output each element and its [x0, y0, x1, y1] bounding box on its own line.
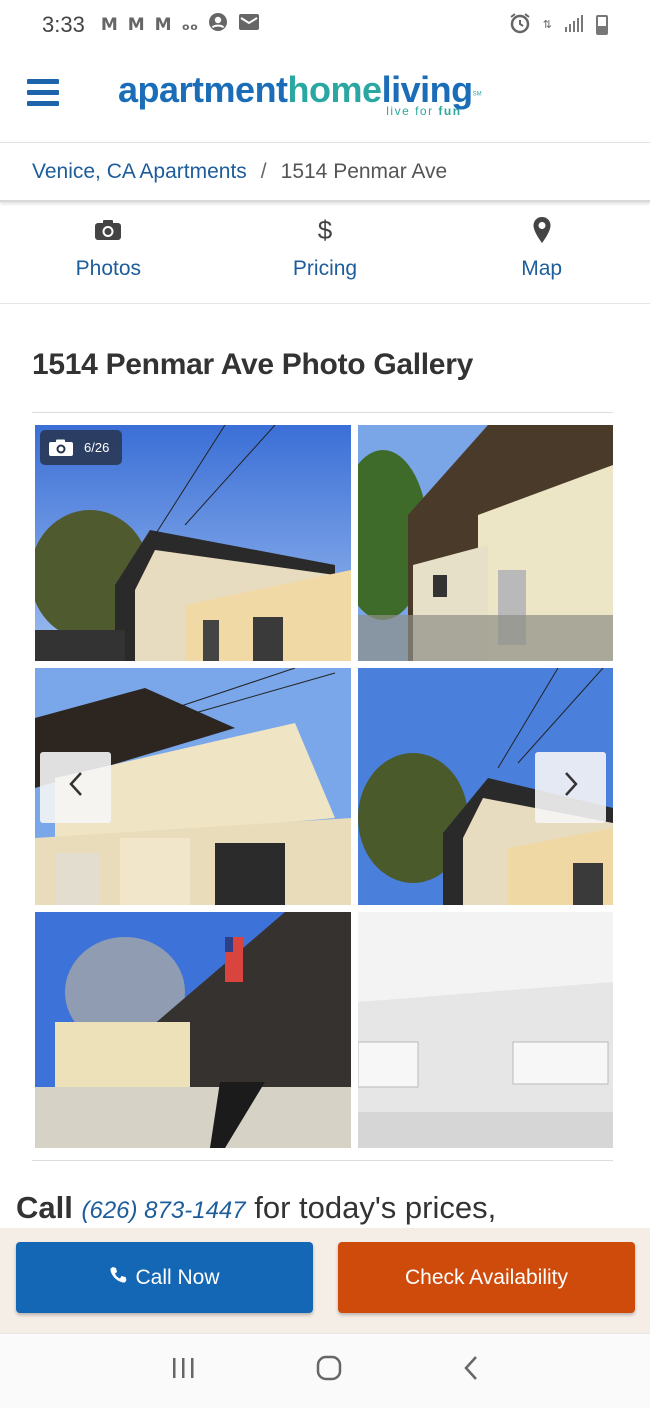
logo-text-apartment: apartment: [118, 69, 288, 110]
call-prompt: Call (626) 873-1447 for today's prices,: [16, 1190, 496, 1226]
camera-icon: [48, 439, 74, 457]
photo-counter-text: 6/26: [84, 440, 110, 455]
chevron-right-icon: [563, 771, 579, 805]
phone-link[interactable]: (626) 873-1447: [81, 1197, 245, 1224]
tab-pricing[interactable]: $ Pricing: [217, 205, 434, 303]
cta-bar: Call Now Check Availability: [0, 1228, 650, 1333]
divider: [32, 1160, 613, 1161]
tab-photos[interactable]: Photos: [0, 205, 217, 303]
gallery-photo[interactable]: [35, 912, 351, 1148]
gallery-prev-button[interactable]: [40, 752, 111, 823]
site-header: apartmenthomelivingSM live for fun: [0, 50, 650, 143]
tab-map-label: Map: [521, 257, 563, 280]
tagline-prefix: live for: [386, 104, 439, 118]
site-logo[interactable]: apartmenthomelivingSM live for fun: [118, 70, 482, 128]
gmail-icon: M: [100, 15, 118, 35]
tagline-bold: fun: [438, 104, 462, 118]
camera-icon: [94, 215, 122, 245]
check-availability-label: Check Availability: [404, 1265, 569, 1289]
breadcrumb-parent-link[interactable]: Venice, CA Apartments: [32, 160, 247, 184]
data-icon: ⇅: [542, 19, 552, 31]
call-now-label: Call Now: [135, 1265, 220, 1289]
logo-sm: SM: [472, 91, 482, 98]
breadcrumb-separator: /: [260, 160, 267, 183]
status-bar: 3:33 M M M ₒₒ ⇅: [0, 0, 650, 50]
gallery-photo[interactable]: [358, 912, 613, 1148]
call-suffix: for today's prices,: [254, 1190, 497, 1225]
photo-counter-badge: 6/26: [40, 430, 122, 465]
section-tabs: Photos $ Pricing Map: [0, 205, 650, 304]
map-pin-icon: [532, 215, 552, 245]
call-now-button[interactable]: Call Now: [16, 1242, 313, 1313]
status-left: 3:33 M M M ₒₒ: [42, 12, 260, 38]
gmail-icon: M: [127, 15, 145, 35]
mail-icon: [238, 12, 260, 38]
breadcrumb: Venice, CA Apartments / 1514 Penmar Ave: [0, 144, 650, 202]
check-availability-button[interactable]: Check Availability: [338, 1242, 635, 1313]
divider: [32, 412, 613, 413]
call-prefix: Call: [16, 1190, 73, 1225]
tab-photos-label: Photos: [75, 257, 142, 280]
dollar-icon: $: [317, 214, 333, 245]
home-icon[interactable]: [315, 1354, 343, 1389]
tab-map[interactable]: Map: [433, 205, 650, 303]
chevron-left-icon: [68, 771, 84, 805]
tab-pricing-label: Pricing: [292, 257, 358, 280]
status-time: 3:33: [42, 12, 85, 37]
alarm-icon: [509, 12, 531, 39]
gallery-title: 1514 Penmar Ave Photo Gallery: [32, 348, 473, 381]
android-nav-bar: [0, 1333, 650, 1408]
voicemail-icon: ₒₒ: [181, 15, 199, 35]
logo-tagline: live for fun: [386, 104, 461, 118]
breadcrumb-current: 1514 Penmar Ave: [280, 160, 448, 183]
hamburger-menu-icon[interactable]: [27, 79, 59, 111]
status-right: ⇅: [509, 12, 608, 39]
gallery-next-button[interactable]: [535, 752, 606, 823]
gallery-photo[interactable]: [358, 425, 613, 661]
back-icon[interactable]: [462, 1354, 480, 1389]
battery-icon: [596, 15, 608, 35]
signal-icon: [564, 14, 584, 37]
phone-icon: [109, 1266, 127, 1290]
recent-apps-icon[interactable]: [170, 1355, 196, 1387]
account-icon: [208, 12, 228, 38]
gmail-icon: M: [154, 15, 172, 35]
logo-text-home: home: [287, 69, 383, 110]
